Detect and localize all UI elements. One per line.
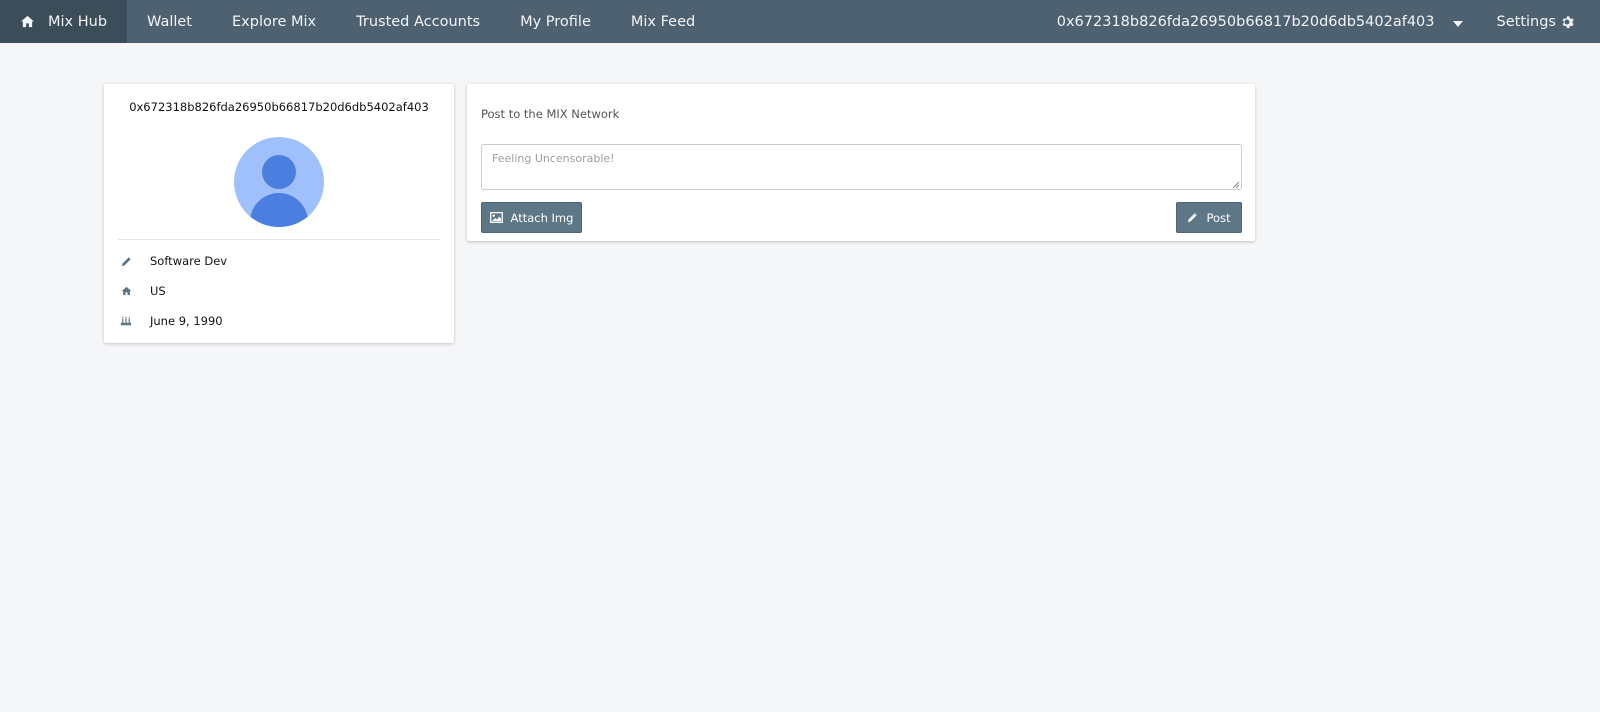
nav-wallet-label: Wallet <box>147 13 192 30</box>
home-icon <box>21 15 34 28</box>
birthday-cake-icon <box>120 315 132 327</box>
nav-my-profile[interactable]: My Profile <box>500 0 611 43</box>
nav-wallet[interactable]: Wallet <box>127 0 212 43</box>
nav-account-address[interactable]: 0x672318b826fda26950b66817b20d6db5402af4… <box>1037 0 1445 43</box>
nav-explore-mix-label: Explore Mix <box>232 13 317 30</box>
profile-address: 0x672318b826fda26950b66817b20d6db5402af4… <box>129 100 429 114</box>
profile-divider <box>118 239 440 240</box>
nav-mix-feed[interactable]: Mix Feed <box>611 0 715 43</box>
nav-mix-feed-label: Mix Feed <box>630 13 696 30</box>
nav-mix-hub-label: Mix Hub <box>48 13 108 30</box>
post-textarea[interactable] <box>481 144 1242 190</box>
attach-image-button[interactable]: Attach Img <box>481 202 582 233</box>
profile-birthday: June 9, 1990 <box>150 314 223 328</box>
nav-trusted-accounts[interactable]: Trusted Accounts <box>336 0 500 43</box>
avatar-body <box>250 193 308 227</box>
attach-image-label: Attach Img <box>510 210 574 225</box>
profile-birthday-row: June 9, 1990 <box>120 311 223 331</box>
resize-grip-icon[interactable] <box>1231 180 1240 189</box>
post-card: Post to the MIX Network Attach Img Post <box>467 84 1255 241</box>
nav-trusted-accounts-label: Trusted Accounts <box>356 13 481 30</box>
account-dropdown-toggle[interactable] <box>1445 0 1477 43</box>
home-icon <box>120 285 132 297</box>
nav-mix-hub[interactable]: Mix Hub <box>0 0 128 43</box>
post-button-label: Post <box>1206 210 1231 225</box>
pencil-icon <box>120 255 132 267</box>
profile-occupation-row: Software Dev <box>120 251 227 271</box>
profile-card: 0x672318b826fda26950b66817b20d6db5402af4… <box>104 84 454 343</box>
settings-label: Settings <box>1496 13 1556 30</box>
nav-my-profile-label: My Profile <box>520 13 591 30</box>
post-button[interactable]: Post <box>1176 202 1242 233</box>
nav-explore-mix[interactable]: Explore Mix <box>212 0 336 43</box>
profile-location-row: US <box>120 281 166 301</box>
account-address-label: 0x672318b826fda26950b66817b20d6db5402af4… <box>1056 13 1435 30</box>
nav-settings[interactable]: Settings <box>1477 0 1600 43</box>
profile-occupation: Software Dev <box>150 254 228 268</box>
user-avatar-icon <box>234 137 324 227</box>
image-icon <box>489 212 503 223</box>
pencil-icon <box>1187 212 1198 223</box>
avatar-head <box>262 155 296 189</box>
gear-icon <box>1562 15 1574 28</box>
profile-location: US <box>150 284 166 298</box>
caret-down-icon <box>1452 20 1463 27</box>
post-heading: Post to the MIX Network <box>481 107 620 121</box>
top-navbar: Mix Hub Wallet Explore Mix Trusted Accou… <box>0 0 1600 43</box>
